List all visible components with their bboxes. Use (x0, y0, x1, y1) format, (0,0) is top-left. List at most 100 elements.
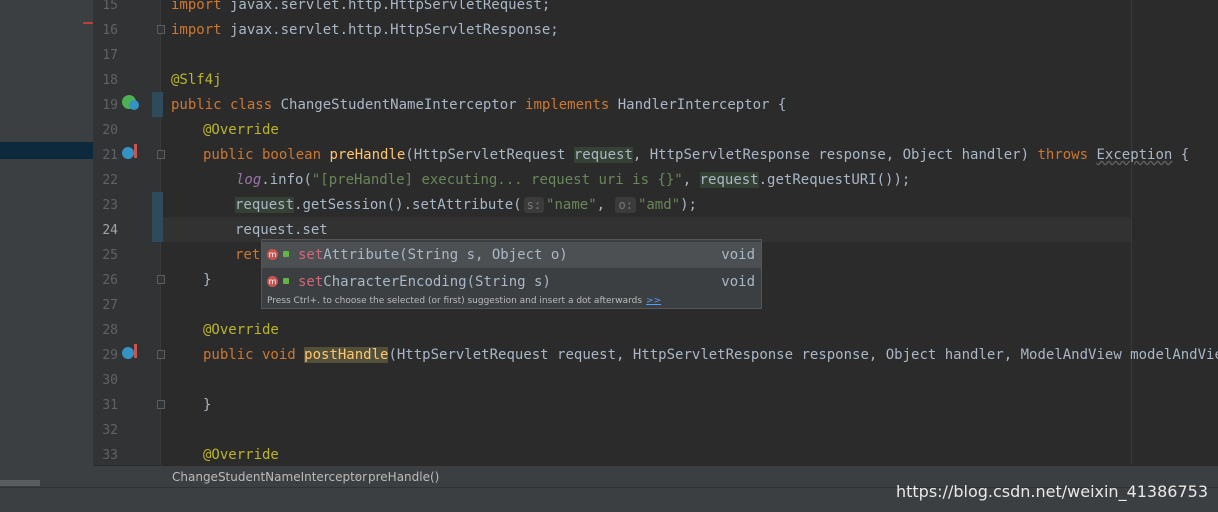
right-margin-guide (1131, 0, 1132, 465)
code-text: , (596, 197, 614, 213)
code-line-20[interactable]: @Override (203, 118, 279, 143)
fold-marker[interactable] (157, 25, 165, 34)
param-highlight: request (699, 172, 759, 188)
string-literal: "amd" (637, 197, 681, 213)
param-highlight: request (573, 147, 633, 163)
public-access-icon (283, 251, 289, 257)
code-line-19[interactable]: public class ChangeStudentNameIntercepto… (171, 93, 786, 118)
code-text: request.set (235, 222, 328, 238)
change-marker[interactable] (152, 92, 163, 117)
completion-hint: Press Ctrl+. to choose the selected (or … (267, 296, 661, 306)
breadcrumb-method[interactable]: preHandle() (368, 470, 439, 484)
method-name: postHandle (304, 347, 389, 363)
completion-match: set (298, 274, 324, 290)
code-text: .getSession().setAttribute( (294, 197, 522, 213)
code-text: , (682, 172, 700, 188)
completion-hint-text: Press Ctrl+. to choose the selected (or … (267, 296, 643, 306)
keyword: import (171, 22, 222, 38)
class-name: ChangeStudentNameInterceptor (272, 97, 526, 113)
line-number: 28 (102, 323, 118, 338)
class-icon[interactable] (129, 100, 139, 110)
code-line-31[interactable]: } (203, 393, 211, 418)
line-number: 25 (102, 248, 118, 263)
keyword: public class (171, 97, 273, 113)
horizontal-scrollbar[interactable] (0, 480, 40, 486)
completion-hint-link[interactable]: >> (646, 296, 661, 306)
code-text: .getRequestURI()); (758, 172, 911, 188)
code-line-29[interactable]: public void postHandle(HttpServletReques… (203, 343, 1218, 368)
breadcrumb-class[interactable]: ChangeStudentNameInterceptor (172, 470, 367, 484)
method-icon: m (267, 276, 278, 287)
error-marker[interactable] (83, 22, 93, 24)
line-number: 24 (102, 223, 118, 238)
method-icon: m (267, 249, 278, 260)
exception-type: Exception (1096, 147, 1173, 163)
line-number: 23 (102, 198, 118, 213)
param-hint: s: (523, 197, 545, 213)
code-text: .info( (261, 172, 312, 188)
line-number: 29 (102, 348, 118, 363)
watermark: https://blog.csdn.net/weixin_41386753 (895, 482, 1208, 501)
line-number: 18 (102, 73, 118, 88)
method-name: preHandle (329, 147, 406, 163)
annotation: @Slf4j (171, 72, 222, 88)
keyword: implements (525, 97, 610, 113)
annotation: @Override (203, 447, 279, 463)
code-text: ); (680, 197, 697, 213)
code-text: } (203, 272, 212, 288)
completion-item[interactable]: m setCharacterEncoding(String s) void (262, 269, 761, 295)
line-number: 20 (102, 123, 118, 138)
fold-marker[interactable] (157, 400, 165, 409)
change-marker[interactable] (152, 192, 163, 242)
code-line-15[interactable]: import javax.servlet.http.HttpServletReq… (171, 0, 550, 18)
line-number: 15 (102, 0, 118, 13)
completion-signature: CharacterEncoding(String s) (323, 274, 551, 290)
line-number: 30 (102, 373, 118, 388)
fold-marker[interactable] (157, 275, 165, 284)
keyword: throws (1037, 147, 1097, 163)
code-text: { (1172, 147, 1190, 163)
implements-arrow-icon[interactable] (134, 344, 137, 358)
completion-return-type: void (721, 274, 755, 290)
fold-marker[interactable] (157, 350, 165, 359)
code-line-22[interactable]: log.info("[preHandle] executing... reque… (236, 168, 910, 193)
line-number: 16 (102, 23, 118, 38)
code-line-16[interactable]: import javax.servlet.http.HttpServletRes… (171, 18, 559, 43)
param-highlight: request (235, 197, 295, 213)
code-completion-popup: m setAttribute(String s, Object o) void … (261, 239, 762, 309)
code-text: , HttpServletResponse response, Object h… (632, 147, 1038, 163)
completion-return-type: void (721, 247, 755, 263)
line-number: 19 (102, 98, 118, 113)
project-panel-selection[interactable] (0, 142, 93, 159)
completion-signature: Attribute(String s, Object o) (323, 247, 568, 263)
code-text: } (203, 397, 212, 413)
string-literal: "[preHandle] executing... request uri is… (311, 172, 683, 188)
keyword: import (171, 0, 222, 13)
line-number: 26 (102, 273, 118, 288)
code-text: javax.servlet.http.HttpServletRequest; (221, 0, 551, 13)
string-literal: "name" (546, 197, 597, 213)
completion-match: set (298, 247, 324, 263)
line-number: 21 (102, 148, 118, 163)
code-text: (HttpServletRequest (405, 147, 574, 163)
completion-item[interactable]: m setAttribute(String s, Object o) void (262, 242, 761, 268)
code-line-23[interactable]: request.getSession().setAttribute(s: "nam… (235, 193, 697, 218)
line-number: 22 (102, 173, 118, 188)
param-hint: o: (615, 197, 636, 213)
project-panel (0, 0, 94, 487)
code-text: HandlerInterceptor { (609, 97, 787, 113)
override-icon[interactable] (122, 147, 134, 159)
code-text: (HttpServletRequest request, HttpServlet… (388, 347, 1218, 363)
code-line-18[interactable]: @Slf4j (171, 68, 222, 93)
keyword: public boolean (203, 147, 330, 163)
breadcrumb-separator-icon: › (355, 469, 360, 483)
line-number: 31 (102, 398, 118, 413)
code-line-26[interactable]: } (203, 268, 211, 293)
code-line-21[interactable]: public boolean preHandle(HttpServletRequ… (203, 143, 1189, 168)
log-field: log (236, 172, 262, 188)
code-text: javax.servlet.http.HttpServletResponse; (221, 22, 559, 38)
annotation: @Override (203, 122, 279, 138)
implements-arrow-icon[interactable] (134, 144, 137, 158)
override-icon[interactable] (122, 347, 134, 359)
fold-marker[interactable] (157, 150, 165, 159)
